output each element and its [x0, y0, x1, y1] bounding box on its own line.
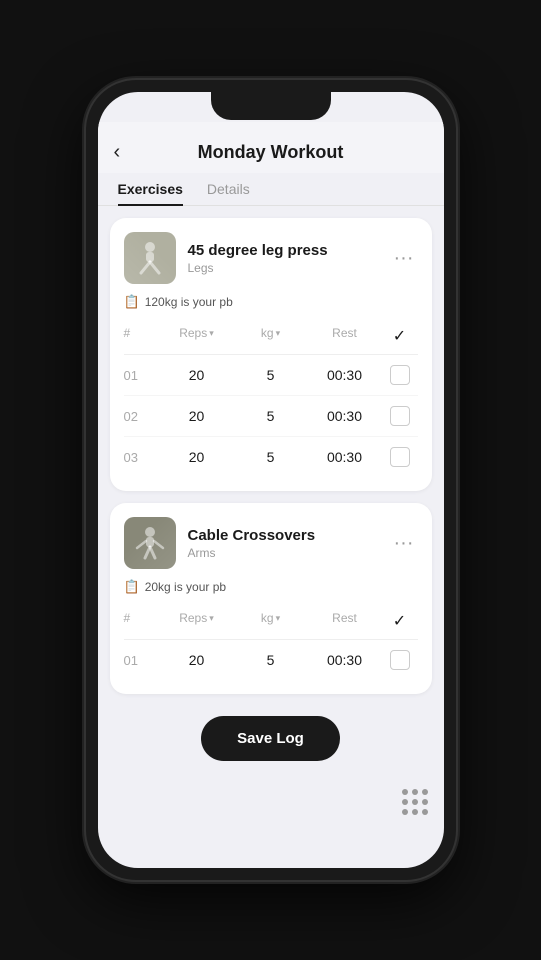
reps2-arrow-icon: ▾: [209, 613, 214, 624]
set-table-1: # Reps ▾ kg ▾: [124, 322, 418, 477]
exercise-info-2: Cable Crossovers Arms: [188, 527, 390, 560]
set-reps-1-1[interactable]: 20: [160, 367, 234, 383]
exercise-info-1: 45 degree leg press Legs: [188, 242, 390, 275]
set-kg-1-3[interactable]: 5: [234, 449, 308, 465]
set-rest-2-1: 00:30: [308, 652, 382, 668]
set-num-1-1: 01: [124, 368, 160, 383]
pb-badge-2: 📋 20kg is your pb: [124, 579, 418, 595]
set-rest-1-3: 00:30: [308, 449, 382, 465]
dot-9: [422, 809, 428, 815]
set-row-1-2: 02 20 5 00:30: [124, 396, 418, 437]
set-table-2: # Reps ▾ kg ▾: [124, 607, 418, 680]
dot-5: [412, 799, 418, 805]
save-log-button[interactable]: Save Log: [201, 716, 340, 761]
set-row-1-3: 03 20 5 00:30: [124, 437, 418, 477]
col2-kg-header: kg ▾: [234, 611, 308, 631]
set-reps-1-2[interactable]: 20: [160, 408, 234, 424]
col2-rest-header: Rest: [308, 611, 382, 631]
set-kg-1-1[interactable]: 5: [234, 367, 308, 383]
col-kg-header: kg ▾: [234, 326, 308, 346]
set-reps-2-1[interactable]: 20: [160, 652, 234, 668]
exercise-card-1: 45 degree leg press Legs ··· 📋 120kg is …: [110, 218, 432, 491]
exercise-header-2: Cable Crossovers Arms ···: [124, 517, 418, 569]
set-num-1-3: 03: [124, 450, 160, 465]
pb-icon-2: 📋: [124, 579, 140, 595]
leg-press-figure: [131, 239, 169, 277]
exercise-header-1: 45 degree leg press Legs ···: [124, 232, 418, 284]
kg2-arrow-icon: ▾: [276, 613, 281, 624]
set-check-1-1[interactable]: [382, 365, 418, 385]
dot-7: [402, 809, 408, 815]
more-options-2[interactable]: ···: [390, 528, 418, 559]
set-rest-1-2: 00:30: [308, 408, 382, 424]
set-row-1-1: 01 20 5 00:30: [124, 355, 418, 396]
cable-figure: [131, 524, 169, 562]
page-header: ‹ Monday Workout: [98, 122, 444, 173]
exercise-thumb-2: [124, 517, 176, 569]
dots-grid[interactable]: [402, 789, 428, 815]
col-num-header: #: [124, 326, 160, 346]
bottom-right-nav: [98, 781, 444, 827]
col-reps-header: Reps ▾: [160, 326, 234, 346]
dot-8: [412, 809, 418, 815]
set-kg-2-1[interactable]: 5: [234, 652, 308, 668]
set-kg-1-2[interactable]: 5: [234, 408, 308, 424]
dot-4: [402, 799, 408, 805]
col-check-header: ✓: [382, 326, 418, 346]
set-check-1-2[interactable]: [382, 406, 418, 426]
check-all-icon: ✓: [393, 328, 406, 345]
col2-check-header: ✓: [382, 611, 418, 631]
save-log-wrapper: Save Log: [98, 706, 444, 781]
exercise-muscle-1: Legs: [188, 261, 390, 275]
exercise-name-1: 45 degree leg press: [188, 242, 390, 259]
exercise-card-2: Cable Crossovers Arms ··· 📋 20kg is your…: [110, 503, 432, 694]
page-title: Monday Workout: [198, 142, 344, 163]
set-reps-1-3[interactable]: 20: [160, 449, 234, 465]
set-num-2-1: 01: [124, 653, 160, 668]
dot-3: [422, 789, 428, 795]
col2-num-header: #: [124, 611, 160, 631]
dot-1: [402, 789, 408, 795]
col-rest-header: Rest: [308, 326, 382, 346]
set-row-2-1: 01 20 5 00:30: [124, 640, 418, 680]
pb-text-2: 20kg is your pb: [145, 580, 226, 594]
kg-arrow-icon: ▾: [276, 328, 281, 339]
pb-icon-1: 📋: [124, 294, 140, 310]
back-button[interactable]: ‹: [114, 141, 121, 164]
reps-arrow-icon: ▾: [209, 328, 214, 339]
col2-reps-header: Reps ▾: [160, 611, 234, 631]
pb-text-1: 120kg is your pb: [145, 295, 233, 309]
tab-exercises[interactable]: Exercises: [118, 173, 183, 205]
tab-details[interactable]: Details: [207, 173, 250, 205]
check-all-icon-2: ✓: [393, 613, 406, 630]
set-rest-1-1: 00:30: [308, 367, 382, 383]
exercise-thumb-1: [124, 232, 176, 284]
set-check-1-3[interactable]: [382, 447, 418, 467]
table-header-2: # Reps ▾ kg ▾: [124, 607, 418, 640]
pb-badge-1: 📋 120kg is your pb: [124, 294, 418, 310]
table-header-1: # Reps ▾ kg ▾: [124, 322, 418, 355]
set-num-1-2: 02: [124, 409, 160, 424]
tab-bar: Exercises Details: [98, 173, 444, 206]
exercise-name-2: Cable Crossovers: [188, 527, 390, 544]
exercise-muscle-2: Arms: [188, 546, 390, 560]
set-check-2-1[interactable]: [382, 650, 418, 670]
dot-6: [422, 799, 428, 805]
more-options-1[interactable]: ···: [390, 243, 418, 274]
dot-2: [412, 789, 418, 795]
